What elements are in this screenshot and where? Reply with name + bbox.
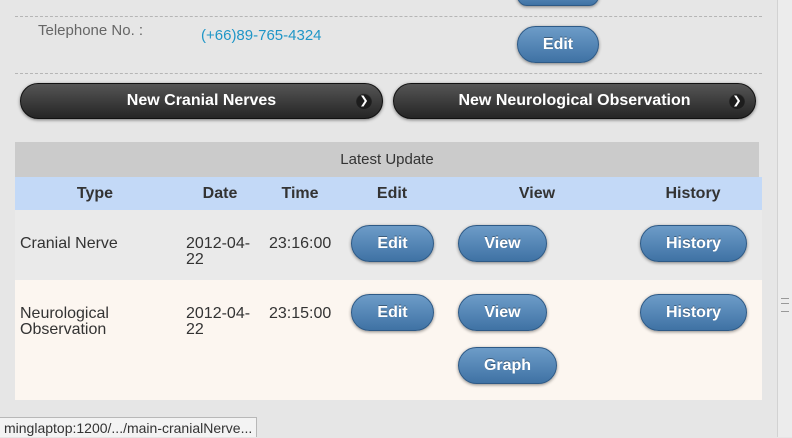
view-button[interactable]: View — [458, 294, 547, 331]
row-type: Neurological Observation — [20, 305, 109, 338]
status-bar-url: minglaptop:1200/.../main-cranialNerve... — [0, 417, 258, 437]
new-cranial-nerves-label: New Cranial Nerves — [126, 92, 277, 109]
row-date: 2012-04-22 — [186, 235, 251, 268]
edit-button[interactable]: Edit — [351, 225, 434, 262]
header-history: History — [665, 185, 721, 202]
row-time: 23:15:00 — [269, 305, 332, 322]
header-time: Time — [281, 185, 319, 202]
latest-update-title: Latest Update — [15, 142, 759, 177]
scrollbar-grip-icon — [781, 298, 789, 312]
latest-update-table: Latest Update Type Date Time Edit View H… — [15, 142, 762, 400]
graph-button[interactable]: Graph — [458, 347, 557, 384]
telephone-label: Telephone No. : — [38, 22, 144, 39]
table-row: Neurological Observation 2012-04-22 23:1… — [15, 280, 762, 400]
table-header-row: Type Date Time Edit View History — [15, 177, 762, 210]
edit-button[interactable]: Edit — [351, 294, 434, 331]
divider — [15, 73, 762, 74]
telephone-value[interactable]: (+66)89-765-4324 — [201, 27, 322, 44]
new-cranial-nerves-button[interactable]: New Cranial Nerves ❯ — [20, 83, 383, 119]
new-neurological-observation-button[interactable]: New Neurological Observation ❯ — [393, 83, 756, 119]
edit-telephone-button[interactable]: Edit — [517, 26, 599, 63]
scrollbar[interactable] — [777, 0, 792, 437]
row-time: 23:16:00 — [269, 235, 332, 252]
history-button[interactable]: History — [640, 294, 747, 331]
view-button[interactable]: View — [458, 225, 547, 262]
header-view: View — [518, 185, 556, 202]
edit-button-partial[interactable] — [517, 0, 599, 6]
history-button[interactable]: History — [640, 225, 747, 262]
header-type: Type — [76, 185, 114, 202]
new-neurological-observation-label: New Neurological Observation — [458, 92, 691, 109]
chevron-right-icon: ❯ — [356, 93, 372, 109]
table-row: Cranial Nerve 2012-04-22 23:16:00 Edit V… — [15, 210, 762, 280]
row-date: 2012-04-22 — [186, 305, 251, 338]
chevron-right-icon: ❯ — [729, 93, 745, 109]
header-date: Date — [202, 185, 238, 202]
divider — [15, 16, 762, 17]
header-edit: Edit — [376, 185, 408, 202]
row-type: Cranial Nerve — [20, 235, 118, 252]
